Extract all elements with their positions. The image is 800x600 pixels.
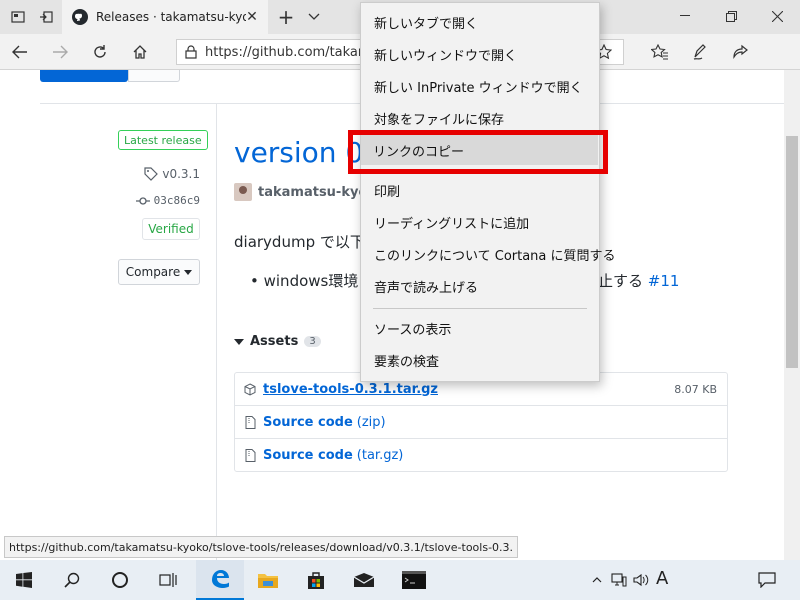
asset-size: 8.07 KB <box>674 382 717 396</box>
source-format[interactable]: (tar.gz) <box>357 448 404 463</box>
action-center-icon[interactable] <box>758 570 776 590</box>
asset-row[interactable]: Source code (tar.gz) <box>235 439 727 472</box>
file-zip-icon <box>243 449 257 463</box>
task-view-icon[interactable] <box>144 560 192 600</box>
menu-item-print[interactable]: 印刷 <box>362 175 598 205</box>
new-tab-button[interactable]: + <box>274 5 298 29</box>
close-window-button[interactable] <box>754 0 800 32</box>
refresh-button[interactable] <box>86 39 114 65</box>
set-tabs-aside-icon[interactable] <box>34 5 58 29</box>
source-code-link[interactable]: Source code <box>263 415 353 430</box>
chevron-down-icon[interactable] <box>302 5 326 29</box>
ime-indicator[interactable]: A <box>656 568 668 589</box>
issue-link[interactable]: #11 <box>648 272 680 290</box>
cortana-icon[interactable] <box>96 560 144 600</box>
package-icon <box>243 382 257 396</box>
volume-icon[interactable] <box>632 570 650 590</box>
back-button[interactable] <box>6 39 34 65</box>
list-item: • windows環境 <box>250 272 359 290</box>
tab-preview-icon[interactable] <box>6 5 30 29</box>
file-explorer-icon[interactable] <box>244 560 292 600</box>
menu-item-open-inprivate[interactable]: 新しい InPrivate ウィンドウで開く <box>362 71 598 101</box>
file-zip-icon <box>243 415 257 429</box>
assets-heading: Assets <box>250 334 299 349</box>
menu-item-open-new-window[interactable]: 新しいウィンドウで開く <box>362 39 598 69</box>
mail-icon[interactable] <box>340 560 388 600</box>
favorites-hub-icon[interactable] <box>646 39 674 65</box>
tag-label: v0.3.1 <box>162 167 200 181</box>
tag-icon <box>144 167 159 181</box>
menu-separator <box>373 308 587 309</box>
bullet-text: windows環境 <box>263 272 359 290</box>
caret-down-icon <box>184 269 193 275</box>
menu-item-save-target[interactable]: 対象をファイルに保存 <box>362 103 598 133</box>
compare-button[interactable]: Compare <box>118 259 200 285</box>
menu-item-view-source[interactable]: ソースの表示 <box>362 313 598 343</box>
chevron-up-icon[interactable] <box>588 570 606 590</box>
minimize-button[interactable] <box>662 0 708 32</box>
forward-button[interactable] <box>46 39 74 65</box>
search-icon[interactable] <box>48 560 96 600</box>
caret-down-icon <box>234 338 244 345</box>
menu-item-ask-cortana[interactable]: このリンクについて Cortana に質問する <box>362 239 616 269</box>
home-button[interactable] <box>126 39 154 65</box>
list-item-tail: 止する #11 <box>598 270 679 291</box>
divider <box>216 104 217 560</box>
compare-label: Compare <box>125 265 181 279</box>
vertical-scrollbar[interactable] <box>784 70 800 560</box>
taskbar: A <box>0 560 800 600</box>
commit-sha: 03c86c9 <box>153 194 200 207</box>
highlight-annotation <box>348 130 608 174</box>
bullet-tail-text: 止する <box>598 272 644 290</box>
asset-row[interactable]: Source code (zip) <box>235 406 727 439</box>
tags-tab-button[interactable] <box>128 70 180 82</box>
terminal-icon[interactable] <box>390 560 438 600</box>
edge-browser-icon[interactable] <box>196 560 244 600</box>
latest-release-badge: Latest release <box>118 130 208 150</box>
assets-count-badge: 3 <box>304 336 321 347</box>
restore-button[interactable] <box>708 0 754 32</box>
menu-item-add-reading-list[interactable]: リーディングリストに追加 <box>362 207 598 237</box>
assets-list: tslove-tools-0.3.1.tar.gz 8.07 KB Source… <box>234 372 728 472</box>
releases-tab-button[interactable] <box>40 70 128 82</box>
store-icon[interactable] <box>292 560 340 600</box>
github-icon <box>72 9 88 25</box>
tab-title: Releases · takamatsu-kyoko/tslove-tools <box>96 10 246 24</box>
source-code-link[interactable]: Source code <box>263 448 353 463</box>
commit-icon <box>135 196 150 205</box>
release-tag[interactable]: v0.3.1 <box>144 167 200 181</box>
windows-start-icon[interactable] <box>0 560 48 600</box>
source-format[interactable]: (zip) <box>357 415 386 430</box>
pen-notes-icon[interactable] <box>686 39 714 65</box>
menu-item-open-new-tab[interactable]: 新しいタブで開く <box>362 7 598 37</box>
avatar[interactable] <box>234 183 252 201</box>
lock-icon <box>185 45 197 59</box>
share-icon[interactable] <box>726 39 754 65</box>
menu-item-read-aloud[interactable]: 音声で読み上げる <box>362 271 598 301</box>
commit-link[interactable]: 03c86c9 <box>135 194 200 207</box>
verified-badge[interactable]: Verified <box>142 218 200 240</box>
close-tab-icon[interactable]: ✕ <box>244 9 260 25</box>
context-menu: 新しいタブで開く 新しいウィンドウで開く 新しい InPrivate ウィンドウ… <box>360 2 616 382</box>
status-bar-url: https://github.com/takamatsu-kyoko/tslov… <box>4 536 519 558</box>
assets-toggle[interactable]: Assets 3 <box>234 334 321 349</box>
network-icon[interactable] <box>610 570 628 590</box>
menu-item-inspect-element[interactable]: 要素の検査 <box>362 345 598 375</box>
asset-link[interactable]: tslove-tools-0.3.1.tar.gz <box>263 382 438 397</box>
release-description: diarydump で以下 <box>234 233 365 251</box>
tab-releases[interactable]: Releases · takamatsu-kyoko/tslove-tools … <box>62 0 268 34</box>
scrollbar-thumb[interactable] <box>786 136 798 368</box>
